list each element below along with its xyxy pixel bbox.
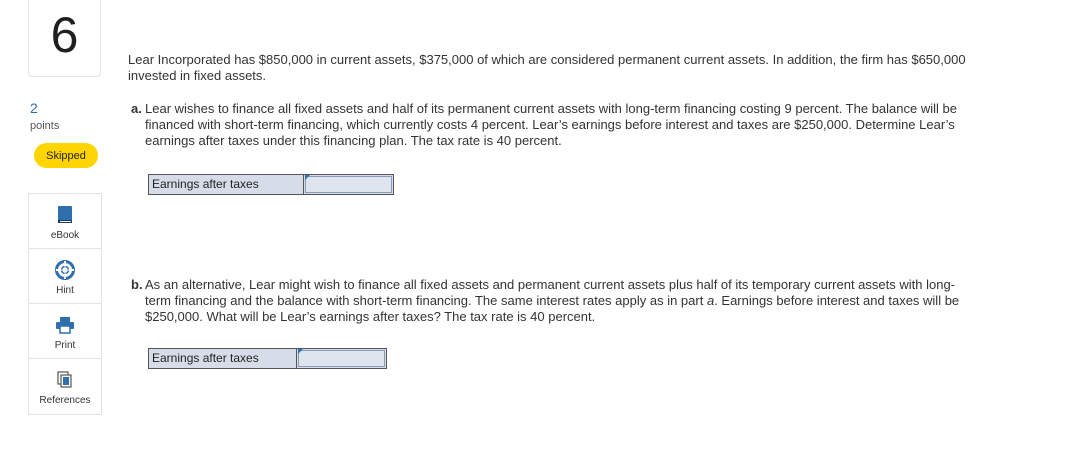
earnings-after-taxes-input-a[interactable] [304, 174, 394, 195]
book-icon [56, 205, 74, 225]
references-label: References [39, 395, 91, 406]
part-b: b. As an alternative, Lear might wish to… [131, 277, 971, 325]
print-label: Print [54, 340, 76, 351]
points-value: 2 [30, 100, 38, 116]
answer-row-b: Earnings after taxes [148, 348, 387, 369]
part-a: a. Lear wishes to finance all fixed asse… [131, 101, 971, 149]
points-label: points [30, 120, 60, 132]
part-b-text: As an alternative, Lear might wish to fi… [145, 277, 971, 325]
part-b-letter: b. [131, 277, 143, 292]
question-number-box: 6 [28, 0, 101, 77]
part-a-text: Lear wishes to finance all fixed assets … [145, 101, 957, 148]
printer-icon [55, 315, 75, 335]
documents-icon [55, 370, 75, 390]
part-a-letter: a. [131, 101, 142, 116]
answer-row-a: Earnings after taxes [148, 174, 394, 195]
print-button[interactable]: Print [29, 304, 101, 359]
answer-field-a-wrap [304, 174, 394, 195]
answer-label-a: Earnings after taxes [148, 174, 304, 195]
references-button[interactable]: References [29, 359, 101, 414]
hint-label: Hint [56, 285, 74, 296]
hint-button[interactable]: Hint [29, 249, 101, 304]
earnings-after-taxes-input-b[interactable] [297, 348, 387, 369]
answer-label-b: Earnings after taxes [148, 348, 297, 369]
ebook-button[interactable]: eBook [29, 194, 101, 249]
question-number: 6 [50, 7, 79, 63]
problem-intro: Lear Incorporated has $850,000 in curren… [128, 52, 966, 83]
lifebuoy-icon [55, 260, 75, 280]
tools-panel: eBook Hint Print References [28, 193, 102, 415]
ebook-label: eBook [50, 230, 80, 241]
status-badge: Skipped [34, 143, 98, 168]
answer-field-b-wrap [297, 348, 387, 369]
